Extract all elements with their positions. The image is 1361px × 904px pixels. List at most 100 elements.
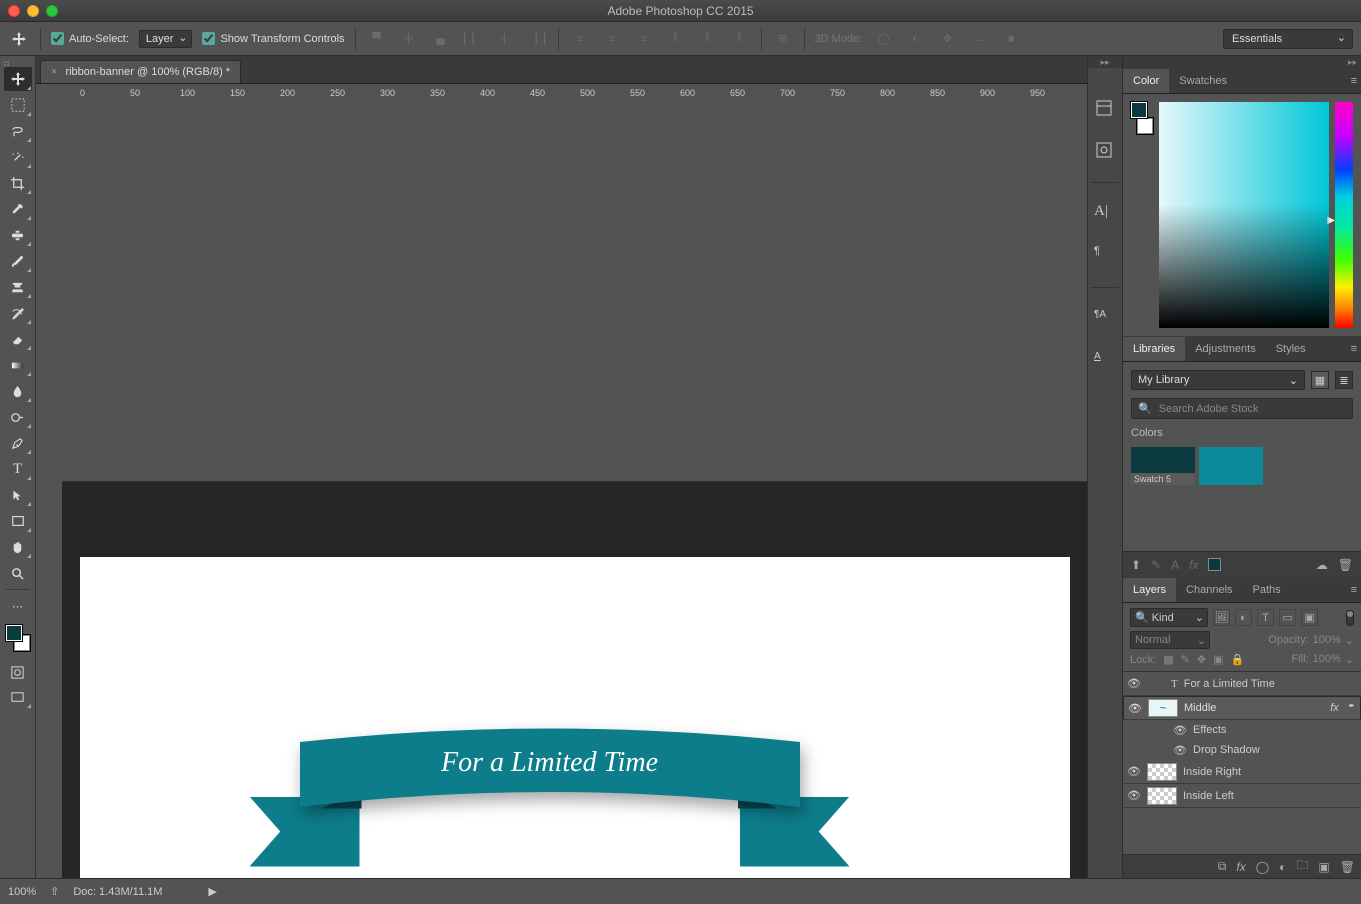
- visibility-icon[interactable]: 👁: [1173, 724, 1187, 737]
- filter-shape-icon[interactable]: ▭: [1279, 609, 1296, 626]
- library-select[interactable]: My Library: [1131, 370, 1305, 390]
- pen-tool[interactable]: [4, 431, 32, 455]
- collapse-panels-icon[interactable]: ▸▸: [1123, 56, 1361, 68]
- grid-view-icon[interactable]: ▦: [1311, 371, 1329, 389]
- cloud-upload-icon[interactable]: ⬆: [1131, 558, 1141, 572]
- chevron-down-icon[interactable]: ⌄: [1345, 653, 1354, 666]
- properties-panel-icon[interactable]: [1094, 140, 1116, 162]
- hue-slider[interactable]: [1335, 102, 1353, 328]
- distribute-left-icon[interactable]: ⦀: [665, 28, 687, 50]
- lasso-tool[interactable]: [4, 119, 32, 143]
- layer-thumbnail[interactable]: [1147, 787, 1177, 805]
- lock-position-icon[interactable]: ✥: [1197, 653, 1206, 666]
- hand-tool[interactable]: [4, 535, 32, 559]
- color-fg-bg-swatch[interactable]: [1131, 102, 1153, 134]
- layer-row[interactable]: 👁 ~ Middle fx ⌃: [1123, 696, 1361, 720]
- layer-row[interactable]: 👁 Inside Right: [1123, 760, 1361, 784]
- auto-align-icon[interactable]: ⊞: [772, 28, 794, 50]
- search-stock-input[interactable]: 🔍 Search Adobe Stock: [1131, 398, 1353, 419]
- color-swatches[interactable]: [4, 623, 32, 653]
- tab-swatches[interactable]: Swatches: [1169, 69, 1237, 93]
- 3d-orbit-icon[interactable]: ◯: [872, 28, 894, 50]
- library-swatch-1[interactable]: Swatch 5: [1131, 447, 1195, 485]
- visibility-icon[interactable]: 👁: [1173, 744, 1187, 757]
- align-hcenter-icon[interactable]: ┼: [494, 28, 516, 50]
- layer-thumbnail[interactable]: [1147, 763, 1177, 781]
- auto-select-checkbox[interactable]: Auto-Select:: [51, 32, 129, 45]
- dodge-tool[interactable]: [4, 405, 32, 429]
- paragraph-styles-panel-icon[interactable]: A: [1094, 350, 1116, 372]
- layers-panel-menu-icon[interactable]: ≡: [1351, 584, 1357, 596]
- layer-style-icon[interactable]: fx: [1236, 860, 1245, 874]
- healing-brush-tool[interactable]: [4, 223, 32, 247]
- zoom-level[interactable]: 100%: [8, 886, 36, 898]
- distribute-vcenter-icon[interactable]: ≡: [601, 28, 623, 50]
- align-vcenter-icon[interactable]: ╪: [398, 28, 420, 50]
- add-character-style-icon[interactable]: A: [1171, 558, 1179, 572]
- paragraph-panel-icon[interactable]: ¶: [1094, 245, 1116, 267]
- tab-channels[interactable]: Channels: [1176, 578, 1242, 602]
- link-layers-icon[interactable]: ⧉: [1218, 859, 1227, 874]
- visibility-icon[interactable]: 👁: [1127, 789, 1141, 802]
- layer-row[interactable]: 👁 Inside Left: [1123, 784, 1361, 808]
- lock-image-icon[interactable]: ✎: [1181, 653, 1190, 666]
- tab-libraries[interactable]: Libraries: [1123, 337, 1185, 361]
- color-panel-menu-icon[interactable]: ≡: [1351, 75, 1357, 87]
- delete-library-item-icon[interactable]: 🗑: [1338, 558, 1353, 572]
- lock-all-icon[interactable]: 🔒: [1231, 653, 1245, 666]
- libraries-panel-menu-icon[interactable]: ≡: [1351, 343, 1357, 355]
- edit-toolbar-icon[interactable]: ⋯: [4, 594, 32, 618]
- expand-panels-icon[interactable]: ▸▸: [1088, 56, 1122, 68]
- layer-filter-kind-select[interactable]: 🔍Kind: [1130, 608, 1208, 627]
- layer-thumbnail[interactable]: ~: [1148, 699, 1178, 717]
- history-brush-tool[interactable]: [4, 301, 32, 325]
- fx-badge-icon[interactable]: fx: [1330, 702, 1339, 714]
- rectangle-tool[interactable]: [4, 509, 32, 533]
- path-selection-tool[interactable]: [4, 483, 32, 507]
- lock-transparent-icon[interactable]: ▩: [1163, 653, 1173, 666]
- zoom-window-icon[interactable]: [46, 5, 58, 17]
- list-view-icon[interactable]: ≣: [1335, 371, 1353, 389]
- move-tool[interactable]: [4, 67, 32, 91]
- blend-mode-select[interactable]: Normal: [1130, 631, 1210, 649]
- library-swatch-2[interactable]: [1199, 447, 1263, 485]
- auto-select-target-select[interactable]: Layer: [139, 30, 193, 48]
- align-left-icon[interactable]: ▏▏: [462, 28, 484, 50]
- workspace-select[interactable]: Essentials: [1223, 29, 1353, 49]
- adjustment-layer-icon[interactable]: ◐: [1279, 860, 1286, 874]
- visibility-icon[interactable]: 👁: [1128, 702, 1142, 715]
- group-layers-icon[interactable]: 🗀: [1296, 856, 1308, 877]
- layer-row[interactable]: 👁 T For a Limited Time: [1123, 672, 1361, 696]
- add-layer-style-icon[interactable]: fx: [1189, 558, 1198, 572]
- delete-layer-icon[interactable]: 🗑: [1340, 860, 1355, 874]
- canvas[interactable]: For a Limited Time: [80, 557, 1070, 879]
- layer-effect-dropshadow[interactable]: 👁 Drop Shadow: [1123, 740, 1361, 760]
- magic-wand-tool[interactable]: [4, 145, 32, 169]
- distribute-hcenter-icon[interactable]: ⦀: [697, 28, 719, 50]
- new-layer-icon[interactable]: ▣: [1318, 860, 1329, 874]
- history-panel-icon[interactable]: [1094, 98, 1116, 120]
- filter-smart-icon[interactable]: ▣: [1301, 609, 1318, 626]
- align-top-icon[interactable]: ▝▘: [366, 28, 388, 50]
- tab-adjustments[interactable]: Adjustments: [1185, 337, 1266, 361]
- filter-adjustment-icon[interactable]: ◐: [1235, 609, 1252, 626]
- collapse-effects-icon[interactable]: ⌃: [1347, 702, 1356, 715]
- eyedropper-tool[interactable]: [4, 197, 32, 221]
- lock-artboard-icon[interactable]: ▣: [1213, 653, 1223, 666]
- character-panel-icon[interactable]: A|: [1094, 203, 1116, 225]
- visibility-icon[interactable]: 👁: [1127, 677, 1141, 690]
- 3d-slide-icon[interactable]: ↔: [968, 28, 990, 50]
- color-field[interactable]: ▶: [1159, 102, 1329, 328]
- add-color-icon[interactable]: [1208, 558, 1221, 571]
- minimize-window-icon[interactable]: [27, 5, 39, 17]
- marquee-tool[interactable]: [4, 93, 32, 117]
- gradient-tool[interactable]: [4, 353, 32, 377]
- tab-paths[interactable]: Paths: [1243, 578, 1291, 602]
- tab-color[interactable]: Color: [1123, 69, 1169, 93]
- blur-tool[interactable]: [4, 379, 32, 403]
- canvas-viewport[interactable]: For a Limited Time: [62, 482, 1087, 879]
- panel-grip-icon[interactable]: ⠿: [3, 60, 33, 66]
- libraries-sync-icon[interactable]: ☁: [1316, 558, 1328, 572]
- opacity-input[interactable]: 100%: [1313, 634, 1341, 647]
- fill-input[interactable]: 100%: [1313, 653, 1341, 666]
